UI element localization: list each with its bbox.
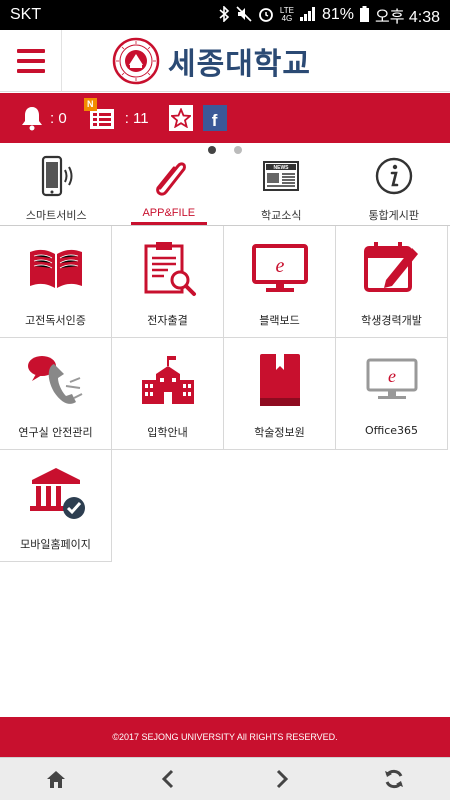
- app-e-attendance[interactable]: 전자출결: [112, 226, 224, 338]
- book-icon: [29, 249, 82, 288]
- app-label: 학생경력개발: [361, 314, 422, 327]
- alerts-button[interactable]: : 0: [20, 105, 67, 131]
- copyright-footer: ©2017 SEJONG UNIVERSITY All RIGHTS RESER…: [0, 717, 450, 757]
- library-book-icon: [259, 354, 300, 406]
- star-icon: [170, 108, 191, 128]
- svg-text:e: e: [275, 255, 284, 277]
- app-office365[interactable]: e Office365: [336, 338, 448, 450]
- tab-label: 학교소식: [261, 209, 302, 222]
- alarm-icon: [258, 6, 274, 25]
- app-label: Office365: [364, 424, 419, 437]
- tab-school-news[interactable]: NEWS 학교소식: [225, 152, 338, 225]
- forward-icon: [277, 769, 289, 789]
- favorites-button[interactable]: [168, 105, 193, 131]
- mute-icon: [236, 5, 252, 25]
- calendar-edit-icon: [363, 242, 418, 292]
- tab-label: APP&FILE: [142, 207, 196, 219]
- tab-bar: 스마트서비스 APP&FILE NEWS 학교소식 통합게시판: [0, 152, 450, 226]
- bluetooth-icon: [218, 4, 230, 25]
- facebook-icon: f: [211, 111, 218, 130]
- tab-bulletin[interactable]: 통합게시판: [338, 152, 450, 225]
- clock: 오후 4:38: [374, 9, 440, 26]
- tab-label: 통합게시판: [368, 209, 420, 222]
- svg-text:e: e: [388, 366, 396, 386]
- app-lab-safety[interactable]: 연구실 안전관리: [0, 338, 112, 450]
- refresh-icon: [384, 769, 403, 789]
- app-label: 전자출결: [147, 314, 188, 327]
- battery-icon: [359, 5, 369, 25]
- app-admission[interactable]: 입학안내: [112, 338, 224, 450]
- attendance-icon: [144, 242, 196, 296]
- home-button[interactable]: [0, 767, 113, 791]
- back-icon: [161, 769, 173, 789]
- app-academic-library[interactable]: 학술정보원: [224, 338, 336, 450]
- back-button[interactable]: [113, 767, 226, 791]
- app-blackboard[interactable]: e 블랙보드: [224, 226, 336, 338]
- app-mobile-homepage[interactable]: 모바일홈페이지: [0, 450, 112, 562]
- app-label: 입학안내: [147, 426, 188, 439]
- menu-bar: [16, 69, 45, 73]
- app-label: 모바일홈페이지: [20, 538, 91, 551]
- seal-icon: [112, 37, 160, 85]
- paperclip-icon: [155, 162, 186, 196]
- app-label: 블랙보드: [259, 314, 300, 327]
- school-icon: [141, 356, 194, 404]
- network-type: LTE 4G: [279, 6, 294, 23]
- menu-bar: [16, 59, 45, 63]
- hamburger-menu-button[interactable]: [0, 30, 62, 92]
- app-label: 고전독서인증: [25, 314, 86, 327]
- app-classic-reading[interactable]: 고전독서인증: [0, 226, 112, 338]
- status-bar: SKT LTE 4G 81% 오후 4:38: [0, 0, 450, 30]
- tab-smart-service[interactable]: 스마트서비스: [0, 152, 113, 225]
- newspaper-icon: NEWS: [263, 161, 300, 191]
- signal-icon: [299, 6, 316, 24]
- monitor-icon: e: [366, 358, 417, 399]
- menu-bar: [16, 49, 45, 53]
- alerts-count: : 0: [50, 109, 67, 127]
- app-label: 학술정보원: [254, 426, 305, 439]
- info-icon: [375, 157, 412, 195]
- app-header: 세종대학교: [0, 30, 450, 92]
- battery-percent: 81%: [321, 6, 354, 23]
- phone-call-icon: [27, 356, 82, 404]
- bank-check-icon: [29, 468, 85, 519]
- home-icon: [47, 771, 66, 788]
- logo-text: 세종대학교: [168, 47, 311, 82]
- forward-button[interactable]: [225, 767, 338, 791]
- refresh-button[interactable]: [338, 767, 450, 791]
- tab-app-file[interactable]: APP&FILE: [113, 152, 226, 225]
- new-badge: N: [83, 98, 97, 111]
- tab-label: 스마트서비스: [25, 209, 87, 222]
- news-count: : 11: [124, 109, 149, 127]
- carrier-label: SKT: [10, 6, 42, 23]
- university-logo[interactable]: 세종대학교: [112, 36, 311, 86]
- bottom-navigation: [0, 757, 450, 800]
- status-icons: LTE 4G 81% 오후 4:38: [218, 3, 440, 27]
- blackboard-icon: e: [251, 244, 308, 292]
- news-button[interactable]: N : 11: [83, 98, 149, 130]
- notification-bar: : 0 N : 11 f: [0, 93, 450, 143]
- copyright-text: ©2017 SEJONG UNIVERSITY All RIGHTS RESER…: [112, 732, 338, 742]
- facebook-button[interactable]: f: [202, 105, 227, 131]
- smartphone-icon: [42, 155, 73, 197]
- svg-text:NEWS: NEWS: [274, 165, 290, 171]
- app-label: 연구실 안전관리: [18, 426, 93, 439]
- app-career-development[interactable]: 학생경력개발: [336, 226, 448, 338]
- bell-icon: [22, 107, 42, 131]
